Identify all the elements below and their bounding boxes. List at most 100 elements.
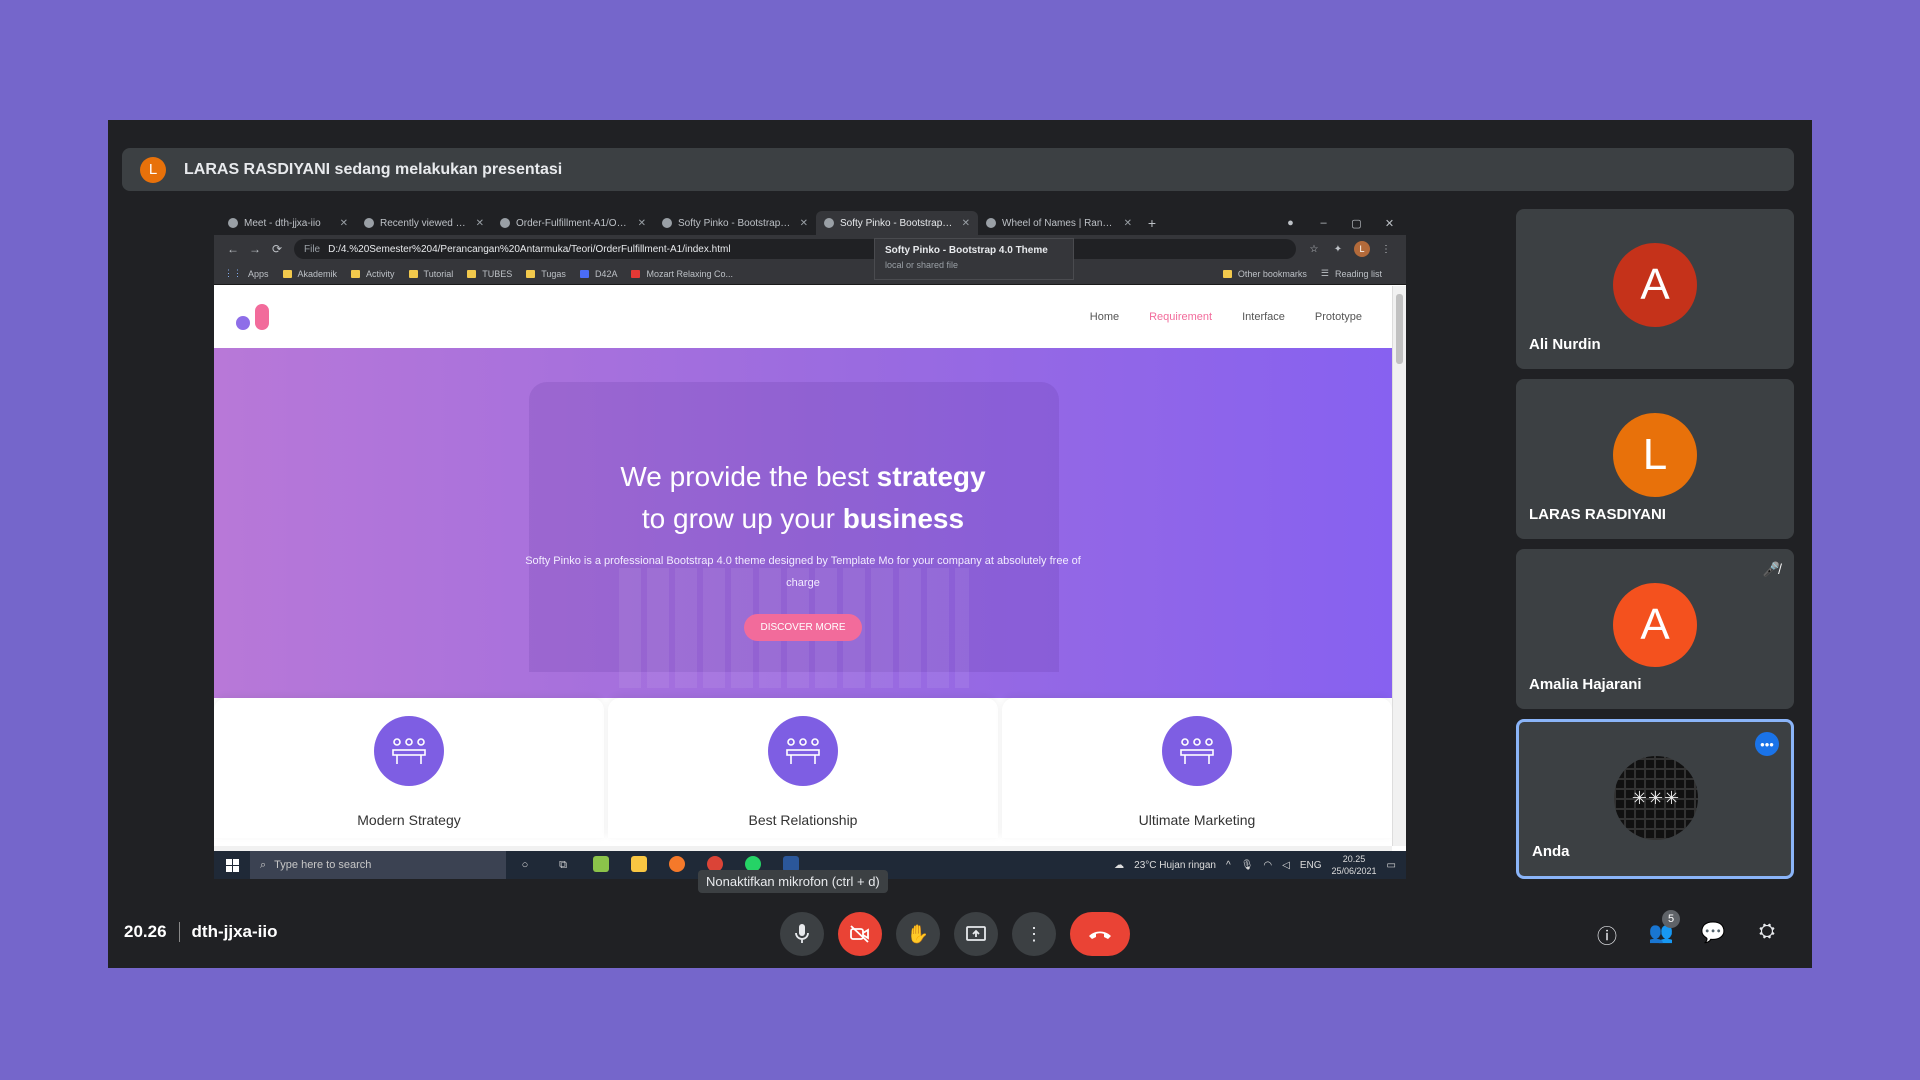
tray-network-icon[interactable]: ◠ <box>1263 860 1272 871</box>
nav-interface[interactable]: Interface <box>1242 311 1285 323</box>
close-icon[interactable]: ✕ <box>800 218 808 229</box>
apps-grid-icon: ⋮⋮ <box>224 268 242 278</box>
blender-icon[interactable] <box>658 855 696 875</box>
profile-avatar[interactable]: L <box>1354 241 1370 257</box>
close-icon[interactable]: ✕ <box>962 218 970 229</box>
menu-dots-icon[interactable]: ⋮ <box>1374 244 1398 255</box>
notification-icon[interactable]: ▭ <box>1387 860 1396 871</box>
feature-card[interactable]: Ultimate Marketing <box>1002 698 1392 838</box>
nav-prototype[interactable]: Prototype <box>1315 311 1362 323</box>
extensions-icon[interactable]: ✦ <box>1326 244 1350 255</box>
close-icon[interactable]: ✕ <box>476 218 484 229</box>
folder-icon <box>351 269 361 278</box>
leave-call-button[interactable] <box>1070 912 1130 956</box>
app-icon[interactable] <box>582 855 620 875</box>
feature-card[interactable]: Modern Strategy <box>214 698 604 838</box>
language-indicator[interactable]: ENG <box>1300 860 1322 871</box>
youtube-icon <box>631 269 641 278</box>
site-logo[interactable] <box>236 304 269 330</box>
people-icon[interactable]: 👥 5 <box>1646 910 1680 945</box>
folder-icon <box>526 269 536 278</box>
close-icon[interactable]: ✕ <box>638 218 646 229</box>
weather-icon[interactable]: ☁ <box>1114 860 1124 871</box>
hero-section: We provide the best strategy to grow up … <box>214 348 1392 698</box>
browser-tab[interactable]: Meet - dth-jjxa-iio ✕ <box>220 211 356 235</box>
address-bar-row: ← → ⟳ File D:/4.%20Semester%204/Perancan… <box>214 235 1406 263</box>
star-icon[interactable]: ☆ <box>1302 244 1326 255</box>
chat-icon[interactable]: 💬 <box>1698 920 1728 945</box>
raise-hand-button[interactable]: ✋ <box>896 912 940 956</box>
more-options-button[interactable]: ⋮ <box>1012 912 1056 956</box>
file-explorer-icon[interactable] <box>620 855 658 875</box>
maximize-icon[interactable]: ▢ <box>1340 217 1373 230</box>
team-meeting-icon <box>1162 716 1232 786</box>
minimize-icon[interactable]: – <box>1307 217 1340 229</box>
self-tile[interactable]: ••• ✳✳✳ Anda <box>1516 719 1794 879</box>
feature-title: Modern Strategy <box>357 812 461 828</box>
tab-favicon-icon <box>662 218 672 228</box>
camera-off-button[interactable] <box>838 912 882 956</box>
tab-favicon-icon <box>364 218 374 228</box>
windows-start-icon[interactable] <box>214 858 250 872</box>
bookmark-other[interactable]: Other bookmarks <box>1222 269 1307 279</box>
tab-favicon-icon <box>228 218 238 228</box>
weather-text[interactable]: 23°C Hujan ringan <box>1134 860 1216 871</box>
browser-tab[interactable]: Wheel of Names | Random ✕ <box>978 211 1140 235</box>
url-input[interactable]: File D:/4.%20Semester%204/Perancangan%20… <box>294 239 1296 259</box>
new-tab-button[interactable]: + <box>1140 211 1164 235</box>
bookmark-reading-list[interactable]: ☰ Reading list <box>1321 268 1382 279</box>
bookmark-item[interactable]: Akademik <box>282 269 337 279</box>
browser-tab-active[interactable]: Softy Pinko - Bootstrap 4.0 ✕ <box>816 211 978 235</box>
participant-avatar: A <box>1613 243 1697 327</box>
bookmark-item[interactable]: Tugas <box>526 269 566 279</box>
nav-home[interactable]: Home <box>1090 311 1119 323</box>
bookmark-item[interactable]: D42A <box>579 269 617 279</box>
browser-tab[interactable]: Order-Fulfillment-A1/Order ✕ <box>492 211 654 235</box>
site-icon <box>579 269 589 278</box>
meeting-info-icon[interactable]: ⓘ <box>1592 920 1622 949</box>
page-scrollbar[interactable] <box>1392 286 1406 846</box>
feature-card[interactable]: Best Relationship <box>608 698 998 838</box>
close-icon[interactable]: ✕ <box>1124 218 1132 229</box>
nav-requirement[interactable]: Requirement <box>1149 311 1212 323</box>
team-meeting-icon <box>768 716 838 786</box>
task-view-icon[interactable]: ⧉ <box>544 859 582 872</box>
participant-tile[interactable]: A Ali Nurdin <box>1516 209 1794 369</box>
back-icon[interactable]: ← <box>222 242 244 256</box>
system-tray: ☁ 23°C Hujan ringan ^ 🎙 ◠ ◁ ENG 20.25 25/… <box>1114 853 1406 877</box>
forward-icon[interactable]: → <box>244 242 266 256</box>
bookmark-apps[interactable]: ⋮⋮ Apps <box>224 268 269 279</box>
participant-name: Ali Nurdin <box>1529 336 1601 353</box>
mic-off-icon: 🎤̸ <box>1762 561 1780 577</box>
meeting-time: 20.26 <box>124 922 167 941</box>
participant-tile[interactable]: L LARAS RASDIYANI <box>1516 379 1794 539</box>
taskbar-clock[interactable]: 20.25 25/06/2021 <box>1332 853 1377 877</box>
browser-tab[interactable]: Recently viewed - Figma✕ <box>356 211 492 235</box>
more-options-icon[interactable]: ••• <box>1755 732 1779 756</box>
bookmark-item[interactable]: TUBES <box>467 269 512 279</box>
record-icon[interactable]: ● <box>1274 217 1307 229</box>
close-icon[interactable]: ✕ <box>340 218 348 229</box>
discover-more-button[interactable]: DISCOVER MORE <box>744 614 862 641</box>
reload-icon[interactable]: ⟳ <box>266 242 288 256</box>
participant-name: LARAS RASDIYANI <box>1529 506 1666 523</box>
close-window-icon[interactable]: ✕ <box>1373 217 1406 230</box>
taskbar-search[interactable]: ⌕ Type here to search <box>250 851 506 879</box>
microphone-button[interactable] <box>780 912 824 956</box>
tray-volume-icon[interactable]: ◁ <box>1282 860 1290 871</box>
bookmark-item[interactable]: Activity <box>351 269 395 279</box>
people-count-badge: 5 <box>1662 910 1680 928</box>
bookmark-item[interactable]: Tutorial <box>408 269 453 279</box>
tray-chevron-icon[interactable]: ^ <box>1226 860 1231 871</box>
activities-icon[interactable]: ⛭ <box>1752 920 1782 943</box>
present-screen-button[interactable] <box>954 912 998 956</box>
presenter-banner: L LARAS RASDIYANI sedang melakukan prese… <box>122 148 1794 191</box>
participant-name: Amalia Hajarani <box>1529 676 1642 693</box>
participant-tile[interactable]: 🎤̸ A Amalia Hajarani <box>1516 549 1794 709</box>
bookmark-item[interactable]: Mozart Relaxing Co... <box>631 269 733 279</box>
cortana-icon[interactable]: ○ <box>506 859 544 871</box>
hang-up-icon <box>1089 931 1111 939</box>
self-video-thumbnail: ✳✳✳ <box>1614 756 1698 840</box>
browser-tab[interactable]: Softy Pinko - Bootstrap 4.0 ✕ <box>654 211 816 235</box>
presenter-text: LARAS RASDIYANI sedang melakukan present… <box>184 160 563 178</box>
